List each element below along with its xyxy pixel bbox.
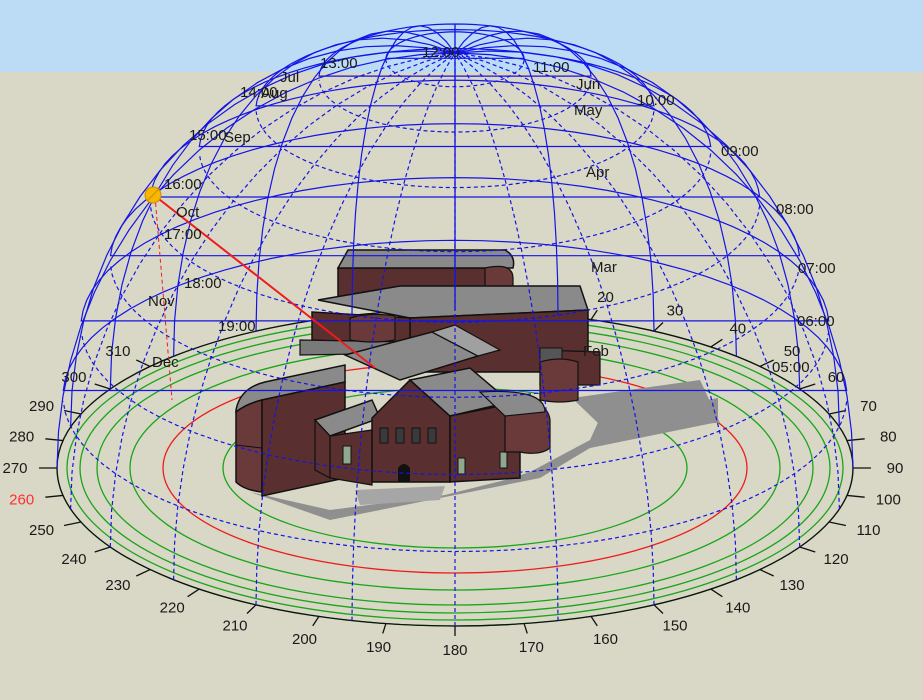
- sun-path-viewer: 05:00 06:00 07:00 08:00 09:00 10:00 11:0…: [0, 0, 923, 700]
- gable-window-3: [411, 427, 421, 444]
- month-label: Apr: [586, 164, 609, 181]
- azimuth-label: 240: [61, 551, 86, 568]
- azimuth-label: 220: [160, 599, 185, 616]
- hour-label: 12:00: [422, 44, 460, 61]
- month-label: Nov: [148, 293, 175, 310]
- sun-icon: [144, 186, 162, 204]
- sky: [0, 0, 923, 72]
- azimuth-label: 250: [29, 522, 54, 539]
- month-label: Jul: [280, 69, 299, 86]
- hour-label: 19:00: [218, 318, 256, 335]
- month-label: Dec: [152, 354, 179, 371]
- azimuth-label: 90: [887, 460, 904, 477]
- hour-label: 11:00: [533, 59, 569, 76]
- azimuth-label: 30: [667, 302, 684, 319]
- hour-label: 07:00: [798, 260, 836, 277]
- right-wing-window-2: [499, 451, 508, 469]
- azimuth-label: 20: [597, 289, 614, 306]
- hour-label: 18:00: [184, 275, 222, 292]
- azimuth-label: 50: [784, 343, 801, 360]
- azimuth-label: 260: [9, 492, 34, 509]
- azimuth-label: 290: [29, 398, 54, 415]
- month-label: Aug: [261, 85, 288, 102]
- azimuth-label: 190: [366, 639, 391, 656]
- azimuth-label: 310: [105, 343, 130, 360]
- hour-label: 06:00: [797, 313, 835, 330]
- hour-label: 10:00: [637, 92, 675, 109]
- hour-label: 15:00: [189, 127, 227, 144]
- azimuth-label: 230: [105, 577, 130, 594]
- azimuth-label: 160: [593, 631, 618, 648]
- azimuth-label: 280: [9, 428, 34, 445]
- right-wing-window-1: [457, 457, 466, 475]
- hour-label: 17:00: [164, 226, 202, 243]
- hour-label: 05:00: [772, 359, 810, 376]
- azimuth-label: 40: [729, 321, 746, 338]
- azimuth-label: 140: [725, 599, 750, 616]
- sun-path-diagram: 05:00 06:00 07:00 08:00 09:00 10:00 11:0…: [0, 0, 923, 700]
- month-label: Mar: [591, 259, 617, 276]
- month-label: May: [574, 102, 603, 119]
- east-round-tower: [539, 358, 579, 403]
- azimuth-label: 110: [857, 522, 881, 539]
- hour-label: 09:00: [721, 143, 759, 160]
- hour-label: 13:00: [320, 55, 358, 72]
- azimuth-label: 60: [828, 369, 845, 386]
- azimuth-label: 210: [222, 618, 247, 635]
- azimuth-label: 120: [824, 551, 849, 568]
- hour-label: 16:00: [164, 176, 202, 193]
- month-label: Sep: [224, 129, 251, 146]
- month-label: Feb: [583, 343, 609, 360]
- gable-window-1: [379, 427, 389, 444]
- front-left-window: [342, 445, 352, 465]
- azimuth-label: 270: [2, 460, 27, 477]
- gable-window-4: [427, 427, 437, 444]
- azimuth-label: 300: [61, 369, 86, 386]
- west-round-wall: [349, 313, 396, 343]
- azimuth-label: 80: [880, 428, 897, 445]
- azimuth-label: 100: [876, 492, 901, 509]
- azimuth-label: 200: [292, 631, 317, 648]
- azimuth-label: 170: [519, 639, 544, 656]
- azimuth-label: 130: [780, 577, 805, 594]
- month-label: Oct: [176, 204, 200, 221]
- azimuth-label: 180: [442, 642, 467, 659]
- hour-label: 08:00: [776, 201, 814, 218]
- gable-window-2: [395, 427, 405, 444]
- azimuth-label: 150: [662, 618, 687, 635]
- azimuth-label: 70: [860, 398, 877, 415]
- month-label: Jun: [576, 76, 600, 93]
- top-block-roof: [336, 249, 515, 269]
